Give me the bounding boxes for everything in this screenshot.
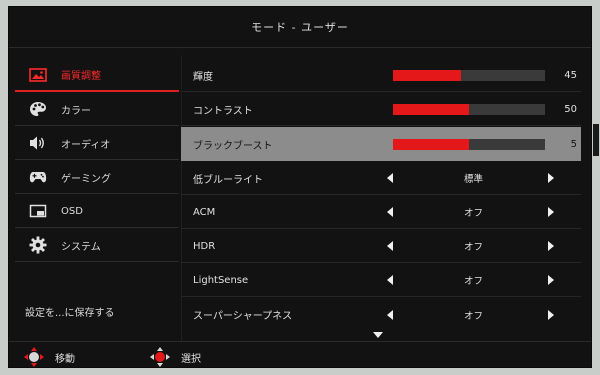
setting-value: 45 — [564, 69, 577, 81]
sidebar-item-label: ゲーミング — [61, 173, 111, 185]
arrow-left-icon[interactable] — [387, 241, 393, 251]
slider-fill — [393, 138, 469, 150]
save-settings-button[interactable]: 設定を...に保存する — [15, 299, 179, 323]
arrow-right-icon[interactable] — [548, 241, 554, 251]
sidebar-item-label: OSD — [61, 205, 83, 217]
setting-value: 50 — [564, 103, 577, 115]
picture-icon — [29, 67, 47, 83]
sidebar-item-osd[interactable]: OSD — [15, 195, 179, 228]
setting-row-super-sharpness[interactable]: スーパーシャープネス オフ — [181, 298, 581, 331]
side-tab — [593, 124, 599, 156]
setting-row-contrast[interactable]: コントラスト 50 — [181, 93, 581, 126]
slider-fill — [393, 103, 469, 115]
arrow-left-icon[interactable] — [387, 309, 393, 320]
setting-row-lightsense[interactable]: LightSense オフ — [181, 264, 581, 297]
setting-value: オフ — [463, 310, 483, 322]
select-label: 選択 — [181, 353, 201, 365]
setting-row-low-blue-light[interactable]: 低ブルーライト 標準 — [181, 162, 581, 195]
palette-icon — [29, 101, 47, 117]
sidebar-item-system[interactable]: システム — [15, 229, 179, 262]
arrow-right-icon[interactable] — [548, 275, 554, 285]
sidebar-item-label: カラー — [61, 105, 91, 117]
arrow-left-icon[interactable] — [387, 173, 393, 183]
setting-value: 5 — [570, 138, 577, 150]
arrow-right-icon[interactable] — [548, 309, 554, 320]
setting-label: 輝度 — [193, 71, 213, 83]
sidebar-item-picture[interactable]: 画質調整 — [15, 59, 179, 92]
menu-title: モード - ユーザー — [9, 7, 591, 48]
setting-value: オフ — [463, 208, 483, 219]
move-hint: 移動 — [23, 346, 75, 368]
brightness-slider[interactable] — [393, 69, 545, 81]
select-hint: 選択 — [149, 346, 201, 368]
gear-icon — [29, 236, 47, 254]
arrow-right-icon[interactable] — [548, 173, 554, 183]
contrast-slider[interactable] — [393, 103, 545, 115]
sidebar-item-color[interactable]: カラー — [15, 93, 179, 126]
setting-label: LightSense — [193, 274, 249, 286]
sidebar-item-label: システム — [61, 241, 101, 253]
dpad-move-icon — [24, 347, 44, 367]
speaker-icon — [29, 135, 47, 151]
setting-label: ACM — [193, 206, 216, 218]
arrow-right-icon[interactable] — [548, 207, 554, 217]
gamepad-icon — [29, 169, 47, 185]
sidebar-item-audio[interactable]: オーディオ — [15, 127, 179, 160]
setting-row-black-boost[interactable]: ブラックブースト 5 — [181, 127, 581, 161]
settings-panel: 輝度 45 コントラスト 50 ブラックブースト 5 低ブルーライト 標準 AC… — [181, 55, 585, 345]
osd-menu: モード - ユーザー 画質調整 カラー オーディオ ゲーミング OSD システム… — [8, 6, 592, 368]
scroll-down-icon[interactable] — [373, 332, 383, 338]
osd-icon — [29, 203, 47, 219]
footer-hints: 移動 選択 — [9, 341, 591, 370]
dpad-select-icon — [150, 347, 170, 367]
setting-value: 標準 — [463, 174, 483, 185]
setting-label: スーパーシャープネス — [193, 311, 293, 322]
slider-fill — [393, 69, 462, 81]
arrow-left-icon[interactable] — [387, 207, 393, 217]
black-boost-slider[interactable] — [393, 138, 545, 150]
setting-label: HDR — [193, 240, 216, 252]
setting-label: ブラックブースト — [193, 140, 273, 152]
move-label: 移動 — [55, 353, 75, 365]
setting-value: オフ — [463, 276, 483, 287]
sidebar-item-gaming[interactable]: ゲーミング — [15, 161, 179, 194]
sidebar-item-label: オーディオ — [61, 139, 111, 151]
setting-label: コントラスト — [193, 105, 253, 117]
setting-label: 低ブルーライト — [193, 174, 263, 186]
arrow-left-icon[interactable] — [387, 275, 393, 285]
sidebar-item-label: 画質調整 — [61, 71, 101, 82]
setting-value: オフ — [463, 242, 483, 253]
setting-row-brightness[interactable]: 輝度 45 — [181, 59, 581, 92]
setting-row-acm[interactable]: ACM オフ — [181, 196, 581, 229]
sidebar: 画質調整 カラー オーディオ ゲーミング OSD システム — [15, 55, 179, 327]
setting-row-hdr[interactable]: HDR オフ — [181, 230, 581, 263]
